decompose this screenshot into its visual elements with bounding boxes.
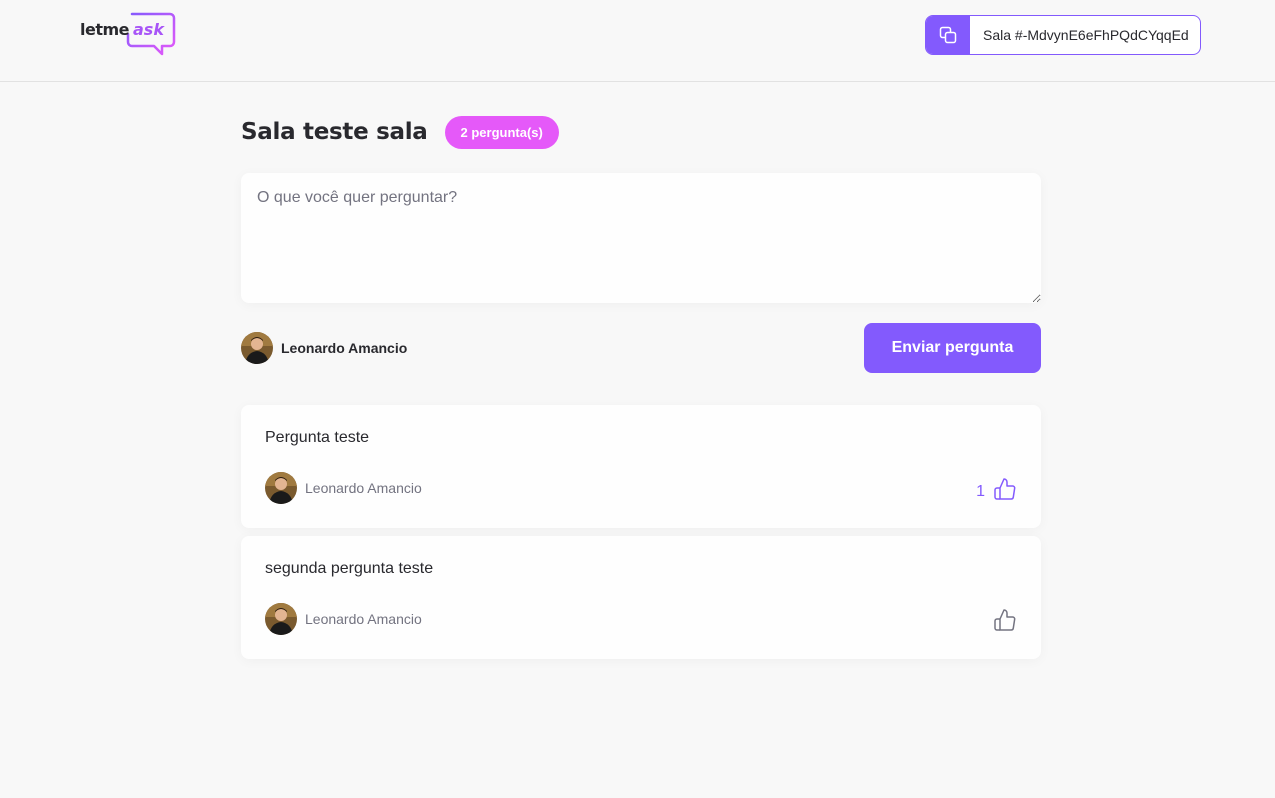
question-author: Leonardo Amancio [265,472,422,504]
send-question-button[interactable]: Enviar pergunta [864,323,1041,373]
user-avatar-image [241,332,273,364]
question-textarea[interactable] [241,173,1041,303]
copy-icon [939,26,957,44]
app-header: letme ask Sala #-MdvynE6eFhPQdCYqqEd [0,0,1275,82]
logo: letme ask [80,12,176,58]
logo-text: letme [80,20,130,39]
question-author-name: Leonardo Amancio [305,611,422,627]
user-avatar [241,332,273,364]
thumbs-up-icon [994,609,1016,631]
question-author-name: Leonardo Amancio [305,480,422,496]
author-avatar-image [265,472,297,504]
like-button[interactable]: 1 [976,475,1017,501]
room-title: Sala teste sala [241,119,428,145]
question-form-footer: Leonardo Amancio Enviar pergunta [241,323,1041,373]
question-card: segunda pergunta teste Leonardo Amancio [241,536,1041,659]
question-author: Leonardo Amancio [265,603,422,635]
like-button[interactable] [985,606,1017,632]
room-code-label: Sala #-MdvynE6eFhPQdCYqqEd [983,27,1189,43]
logo-accent-text: ask [133,20,164,39]
room-title-row: Sala teste sala 2 pergunta(s) [241,115,559,149]
author-avatar [265,603,297,635]
room-code-button[interactable]: Sala #-MdvynE6eFhPQdCYqqEd [925,15,1201,55]
current-user-info: Leonardo Amancio [241,332,407,364]
question-content: segunda pergunta teste [265,560,434,577]
question-count-badge: 2 pergunta(s) [444,115,559,149]
thumbs-up-icon [994,478,1016,500]
question-card: Pergunta teste Leonardo Amancio 1 [241,405,1041,528]
author-avatar [265,472,297,504]
copy-button[interactable] [926,16,970,54]
author-avatar-image [265,603,297,635]
question-content: Pergunta teste [265,429,370,446]
current-user-name: Leonardo Amancio [281,340,408,356]
like-count: 1 [976,483,985,500]
